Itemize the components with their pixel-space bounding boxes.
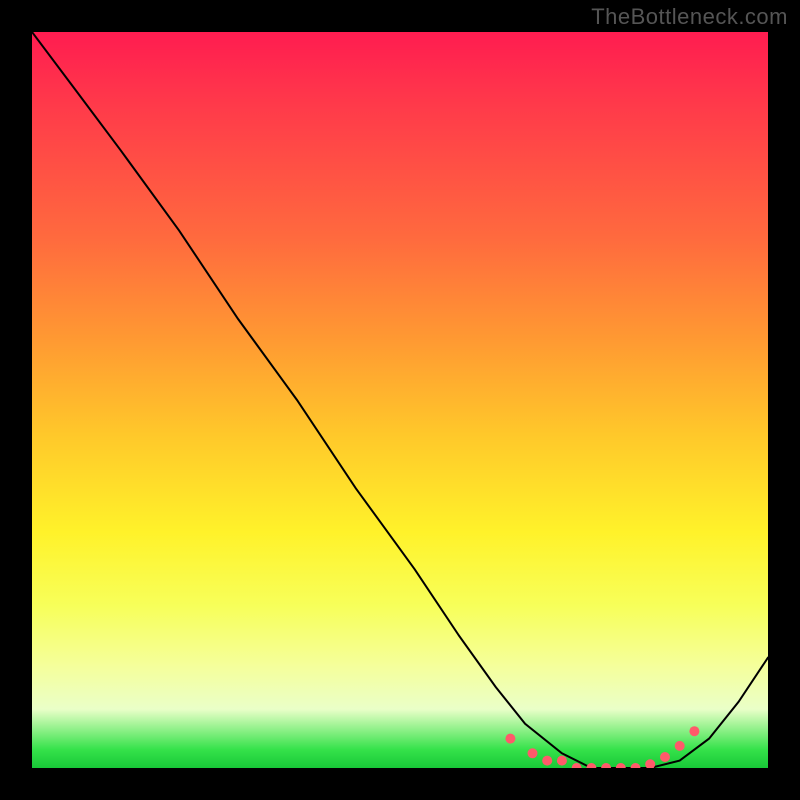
valley-dot [572, 763, 582, 768]
valley-dot [689, 726, 699, 736]
valley-dot [645, 759, 655, 768]
valley-dot [586, 763, 596, 768]
valley-dot [675, 741, 685, 751]
valley-dot [542, 756, 552, 766]
valley-dot [616, 763, 626, 768]
valley-dot [631, 763, 641, 768]
valley-dot [557, 756, 567, 766]
chart-overlay [32, 32, 768, 768]
valley-dot [601, 763, 611, 768]
valley-dot [660, 752, 670, 762]
valley-dot [505, 734, 515, 744]
plot-area [32, 32, 768, 768]
watermark-text: TheBottleneck.com [591, 4, 788, 30]
valley-dot [528, 748, 538, 758]
bottleneck-curve [32, 32, 768, 768]
chart-container: TheBottleneck.com [0, 0, 800, 800]
